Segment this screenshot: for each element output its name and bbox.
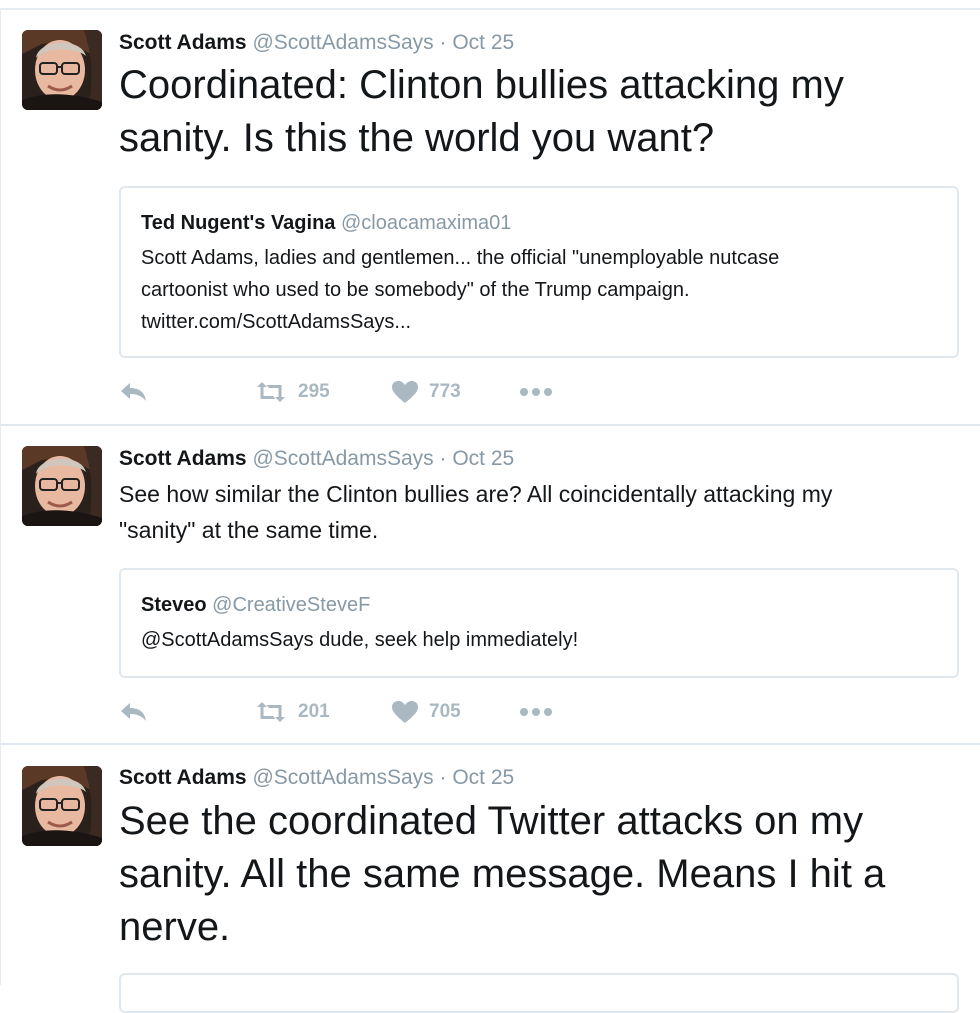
author-handle[interactable]: @ScottAdamsSays xyxy=(252,766,433,789)
quoted-tweet-header: Steveo @CreativeSteveF xyxy=(141,592,370,618)
retweet-icon xyxy=(257,382,285,402)
reply-icon xyxy=(121,703,146,721)
reply-button[interactable] xyxy=(119,377,149,407)
tweet-text-line: See how similar the Clinton bullies are?… xyxy=(119,481,833,507)
tweet-text: Coordinated: Clinton bullies attacking m… xyxy=(119,59,950,165)
tweet-date[interactable]: Oct 25 xyxy=(452,766,514,789)
tweet-date[interactable]: Oct 25 xyxy=(452,447,514,470)
tweet-header: Scott Adams @ScottAdamsSays · Oct 25 xyxy=(119,30,514,56)
quoted-tweet-text: Scott Adams, ladies and gentlemen... the… xyxy=(141,242,937,338)
more-dots-icon xyxy=(520,388,552,396)
tweet-text-line: "sanity" at the same time. xyxy=(119,517,379,543)
author-name[interactable]: Scott Adams xyxy=(119,766,247,789)
more-dots-icon xyxy=(520,708,552,716)
quoted-text-line: cartoonist who used to be somebody" of t… xyxy=(141,279,690,301)
separator: · xyxy=(439,31,447,54)
retweet-button[interactable]: 295 xyxy=(254,377,330,407)
tweet-date[interactable]: Oct 25 xyxy=(452,31,514,54)
tweet-text-line: sanity. Is this the world you want? xyxy=(119,116,715,160)
separator: · xyxy=(439,447,447,470)
tweet-text-line: See the coordinated Twitter attacks on m… xyxy=(119,799,864,843)
tweet-header: Scott Adams @ScottAdamsSays · Oct 25 xyxy=(119,765,514,791)
more-button[interactable] xyxy=(519,697,553,727)
like-count: 773 xyxy=(429,381,461,402)
retweet-button[interactable]: 201 xyxy=(254,697,330,727)
heart-icon xyxy=(392,381,418,403)
author-name[interactable]: Scott Adams xyxy=(119,31,247,54)
avatar[interactable] xyxy=(22,30,102,110)
quoted-tweet[interactable] xyxy=(119,973,959,1013)
tweet-text-line: Coordinated: Clinton bullies attacking m… xyxy=(119,63,844,107)
tweet-text-line: sanity. All the same message. Means I hi… xyxy=(119,852,886,896)
quoted-author-handle: @cloacamaxima01 xyxy=(340,212,512,234)
like-button[interactable]: 773 xyxy=(391,377,461,407)
like-button[interactable]: 705 xyxy=(391,697,461,727)
separator: · xyxy=(439,766,447,789)
tweet-text-line: nerve. xyxy=(119,905,231,949)
reply-button[interactable] xyxy=(119,697,149,727)
quoted-tweet[interactable]: Steveo @CreativeSteveF @ScottAdamsSays d… xyxy=(119,568,959,678)
author-name[interactable]: Scott Adams xyxy=(119,447,247,470)
quoted-text-line: twitter.com/ScottAdamsSays... xyxy=(141,311,412,333)
like-count: 705 xyxy=(429,701,461,722)
tweet-header: Scott Adams @ScottAdamsSays · Oct 25 xyxy=(119,446,514,472)
tweet[interactable]: Scott Adams @ScottAdamsSays · Oct 25 Coo… xyxy=(0,0,980,425)
quoted-tweet-text: @ScottAdamsSays dude, seek help immediat… xyxy=(141,624,937,656)
quoted-author-handle: @CreativeSteveF xyxy=(212,594,371,616)
quoted-text-line: @ScottAdamsSays dude, seek help immediat… xyxy=(141,629,579,651)
tweet-text: See how similar the Clinton bullies are?… xyxy=(119,476,950,548)
author-handle[interactable]: @ScottAdamsSays xyxy=(252,31,433,54)
retweet-count: 201 xyxy=(298,701,330,722)
avatar[interactable] xyxy=(22,766,102,846)
author-handle[interactable]: @ScottAdamsSays xyxy=(252,447,433,470)
heart-icon xyxy=(392,701,418,723)
retweet-icon xyxy=(257,702,285,722)
quoted-author-name: Ted Nugent's Vagina xyxy=(141,212,336,234)
tweet-text: See the coordinated Twitter attacks on m… xyxy=(119,795,950,954)
retweet-count: 295 xyxy=(298,381,330,402)
tweet[interactable]: Scott Adams @ScottAdamsSays · Oct 25 See… xyxy=(0,745,980,1013)
quoted-tweet[interactable]: Ted Nugent's Vagina @cloacamaxima01 Scot… xyxy=(119,186,959,358)
reply-icon xyxy=(121,383,146,401)
quoted-text-line: Scott Adams, ladies and gentlemen... the… xyxy=(141,247,780,269)
avatar[interactable] xyxy=(22,446,102,526)
quoted-author-name: Steveo xyxy=(141,594,207,616)
tweet[interactable]: Scott Adams @ScottAdamsSays · Oct 25 See… xyxy=(0,426,980,744)
more-button[interactable] xyxy=(519,377,553,407)
quoted-tweet-header: Ted Nugent's Vagina @cloacamaxima01 xyxy=(141,210,511,236)
